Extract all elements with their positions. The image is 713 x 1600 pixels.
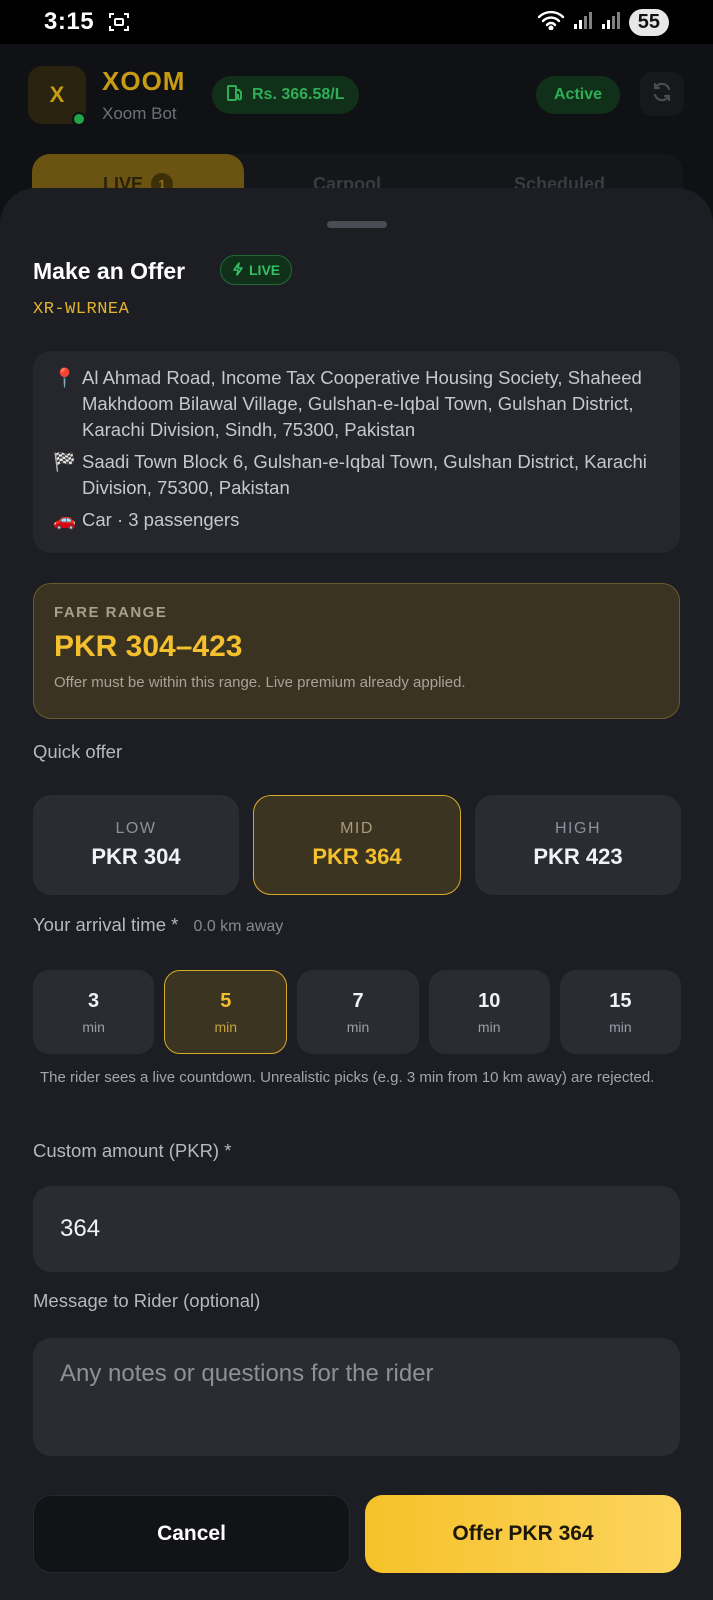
arrival-option-value: 5	[220, 989, 232, 1012]
arrival-option-unit: min	[346, 1018, 370, 1035]
online-status-dot	[72, 112, 86, 126]
custom-amount-label: Custom amount (PKR) *	[33, 1140, 231, 1162]
arrival-option-unit: min	[82, 1018, 105, 1035]
lightning-icon	[232, 261, 244, 279]
screenshot-icon	[108, 11, 130, 33]
fare-range-note: Offer must be within this range. Live pr…	[54, 674, 466, 691]
live-badge: LIVE	[220, 255, 293, 285]
live-badge-label: LIVE	[249, 262, 281, 278]
quick-offer-price: PKR 364	[312, 844, 402, 869]
status-time: 3:15	[44, 8, 95, 35]
required-mark: *	[171, 914, 179, 935]
status-bar: 3:15 55	[0, 0, 713, 44]
message-to-rider-input[interactable]	[33, 1338, 680, 1456]
submit-offer-button[interactable]: Offer PKR 364	[365, 1495, 681, 1573]
pickup-address: Al Ahmad Road, Income Tax Cooperative Ho…	[82, 367, 642, 440]
signal-icon	[573, 10, 593, 35]
required-mark: *	[224, 1140, 232, 1161]
arrival-option-value: 10	[478, 989, 501, 1012]
quick-offer-options: LOW PKR 304 MID PKR 364 HIGH PKR 423	[33, 795, 681, 895]
arrival-option-unit: min	[477, 1018, 501, 1035]
arrival-option-value: 7	[352, 989, 364, 1012]
cancel-button[interactable]: Cancel	[33, 1495, 350, 1573]
pin-icon: 📍	[53, 367, 77, 388]
arrival-option-value: 15	[609, 989, 632, 1012]
quick-offer-tier: MID	[340, 820, 374, 837]
sheet-title: Make an Offer	[33, 258, 186, 284]
checkered-flag-icon: 🏁	[53, 451, 77, 472]
refresh-icon	[651, 81, 673, 108]
dropoff-row: 🏁 Saadi Town Block 6, Gulshan-e-Iqbal To…	[53, 449, 660, 501]
arrival-option-value: 3	[88, 989, 100, 1012]
make-offer-sheet: Make an Offer LIVE XR-WLRNEA 📍 Al Ahmad …	[0, 188, 713, 1600]
arrival-time-options: 3 min 5 min 7 min 10 min 15 min	[33, 970, 682, 1054]
custom-amount-input[interactable]	[33, 1186, 680, 1272]
fuel-price-badge: Rs. 366.58/L	[212, 76, 359, 114]
quick-offer-mid[interactable]: MID PKR 364	[253, 795, 461, 895]
arrival-time-note: The rider sees a live countdown. Unreali…	[40, 1069, 655, 1086]
arrival-time-label-text: Your arrival time	[33, 914, 166, 935]
quick-offer-tier: HIGH	[555, 820, 601, 837]
pickup-row: 📍 Al Ahmad Road, Income Tax Cooperative …	[53, 365, 660, 443]
fuel-pump-icon	[226, 84, 244, 107]
arrival-option-15[interactable]: 15 min	[559, 970, 682, 1054]
vehicle-row: 🚗 Car · 3 passengers	[53, 507, 660, 533]
vehicle-info: Car · 3 passengers	[82, 509, 240, 530]
route-card: 📍 Al Ahmad Road, Income Tax Cooperative …	[33, 351, 680, 553]
arrival-option-unit: min	[214, 1018, 238, 1035]
fare-range-value: PKR 304–423	[54, 630, 243, 663]
quick-offer-tier: LOW	[115, 820, 157, 837]
arrival-time-label: Your arrival time * 0.0 km away	[33, 914, 283, 936]
wifi-icon	[537, 10, 565, 35]
distance-away: 0.0 km away	[193, 918, 284, 935]
car-icon: 🚗	[53, 509, 77, 530]
arrival-option-10[interactable]: 10 min	[428, 970, 550, 1054]
fare-range-card: FARE RANGE PKR 304–423 Offer must be wit…	[33, 583, 680, 719]
arrival-option-unit: min	[609, 1018, 632, 1035]
sheet-drag-handle[interactable]	[327, 221, 387, 228]
message-label: Message to Rider (optional)	[33, 1290, 261, 1311]
brand-name: XOOM	[102, 66, 186, 96]
status-icons: 55	[537, 8, 669, 36]
battery-indicator: 55	[628, 8, 669, 36]
quick-offer-low[interactable]: LOW PKR 304	[33, 795, 239, 895]
refresh-button[interactable]	[640, 72, 684, 116]
quick-offer-high[interactable]: HIGH PKR 423	[475, 795, 681, 895]
signal-icon	[601, 10, 621, 35]
quick-offer-price: PKR 304	[91, 844, 181, 869]
page: 3:15 55 X XOOM Xoom Bot Rs. 366.58/L Act…	[0, 0, 713, 1600]
bot-name: Xoom Bot	[102, 104, 177, 123]
quick-offer-price: PKR 423	[533, 844, 623, 869]
fuel-price: Rs. 366.58/L	[252, 86, 345, 103]
dropoff-address: Saadi Town Block 6, Gulshan-e-Iqbal Town…	[82, 451, 647, 498]
fare-range-label: FARE RANGE	[54, 604, 168, 621]
custom-amount-label-text: Custom amount (PKR)	[33, 1140, 220, 1161]
quick-offer-label: Quick offer	[33, 741, 123, 762]
arrival-option-5[interactable]: 5 min	[164, 970, 288, 1054]
arrival-option-3[interactable]: 3 min	[33, 970, 155, 1054]
ride-id: XR-WLRNEA	[33, 300, 130, 319]
arrival-option-7[interactable]: 7 min	[297, 970, 419, 1054]
status-badge: Active	[536, 76, 621, 114]
